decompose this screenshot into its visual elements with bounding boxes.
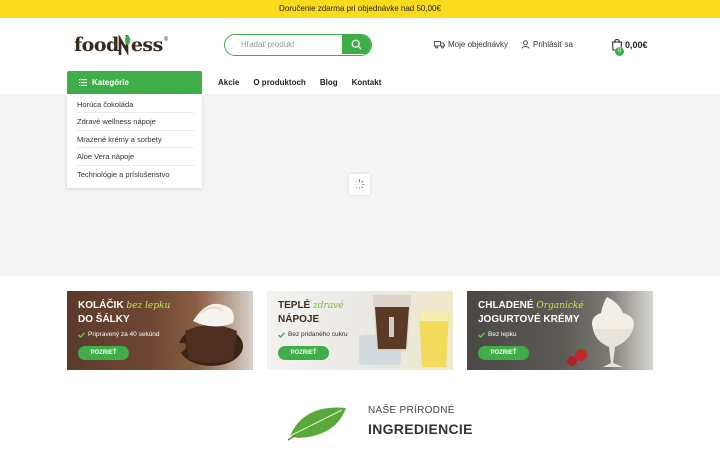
category-item[interactable]: Horúca čokoláda [77,96,194,114]
category-item[interactable]: Technológie a príslušenstvo [77,166,194,183]
ingredients-title: INGREDIENCIE [368,421,473,437]
banner-view-button[interactable]: POZRIEŤ [278,346,329,360]
banner-feature: Bez pridaného cukru [278,331,348,338]
site-header: food ess ® Moje objednávky [0,18,720,70]
promo-banner-yogurt[interactable]: CHLADENÉ Organické JOGURTOVÉ KRÉMY Bez l… [467,291,653,370]
search-button[interactable] [342,35,371,54]
main-nav: Akcie O produktoch Blog Kontakt [218,78,395,87]
user-icon [521,40,530,49]
free-shipping-bar: Doručenie zdarma pri objednávke nad 50,0… [0,0,720,18]
hot-drinks-image [359,295,449,367]
nav-link-kontakt[interactable]: Kontakt [352,78,382,87]
logo-text-left: food [74,34,119,56]
login-link[interactable]: Prihlásiť sa [521,40,573,49]
categories-label: Kategórie [92,78,129,87]
leaf-icon [118,33,132,57]
banner-feature: Bez lepku [478,331,517,338]
banner-view-button[interactable]: POZRIEŤ [78,346,129,360]
my-orders-label: Moje objednávky [448,40,509,49]
spinner-icon [354,179,365,190]
ingredients-section: NAŠE PRÍRODNÉ INGREDIENCIE [0,392,720,450]
categories-menu: Horúca čokoláda Zdravé wellness nápoje M… [67,94,202,188]
nav-link-blog[interactable]: Blog [320,78,338,87]
search-input[interactable] [225,35,343,54]
logo-text-right: ess [130,34,163,56]
checkmark-icon [478,331,485,338]
banner-title: TEPLÉ zdravé NÁPOJE [278,300,344,325]
nav-link-akcie[interactable]: Akcie [218,78,239,87]
search-bar [224,34,372,56]
category-item[interactable]: Mrazené krémy a sorbety [77,131,194,149]
cart-count-badge: 0 [615,47,624,56]
list-icon [79,79,87,86]
free-shipping-text: Doručenie zdarma pri objednávke nad 50,0… [279,4,441,13]
ingredients-subtitle: NAŠE PRÍRODNÉ [368,405,455,416]
truck-icon [434,41,445,49]
banner-title: CHLADENÉ Organické JOGURTOVÉ KRÉMY [478,300,584,325]
loading-spinner [349,174,370,195]
banner-title: KOLÁČIK bez lepku DO ŠÁLKY [78,300,171,325]
banner-view-button[interactable]: POZRIEŤ [478,346,529,360]
category-item[interactable]: Aloe Vera nápoje [77,148,194,166]
cart-total: 0,00€ [625,40,648,50]
promo-banner-drinks[interactable]: TEPLÉ zdravé NÁPOJE Bez pridaného cukru … [267,291,453,370]
login-label: Prihlásiť sa [533,40,573,49]
category-item[interactable]: Zdravé wellness nápoje [77,113,194,131]
nav-link-o-produktoch[interactable]: O produktoch [253,78,305,87]
promo-banner-cake[interactable]: KOLÁČIK bez lepku DO ŠÁLKY Pripravený za… [67,291,253,370]
leaf-icon [287,407,346,441]
my-orders-link[interactable]: Moje objednávky [434,40,508,49]
banner-feature: Pripravený za 40 sekúnd [78,331,160,338]
cart[interactable]: 0 0,00€ [611,37,651,57]
checkmark-icon [278,331,285,338]
main-nav-row: Kategórie Akcie O produktoch Blog Kontak… [0,70,720,94]
registered-mark: ® [163,37,169,43]
categories-button[interactable]: Kategórie [67,71,202,94]
logo[interactable]: food ess ® [74,32,168,58]
checkmark-icon [78,331,85,338]
lava-cake-image [167,303,243,366]
search-icon [351,39,362,50]
